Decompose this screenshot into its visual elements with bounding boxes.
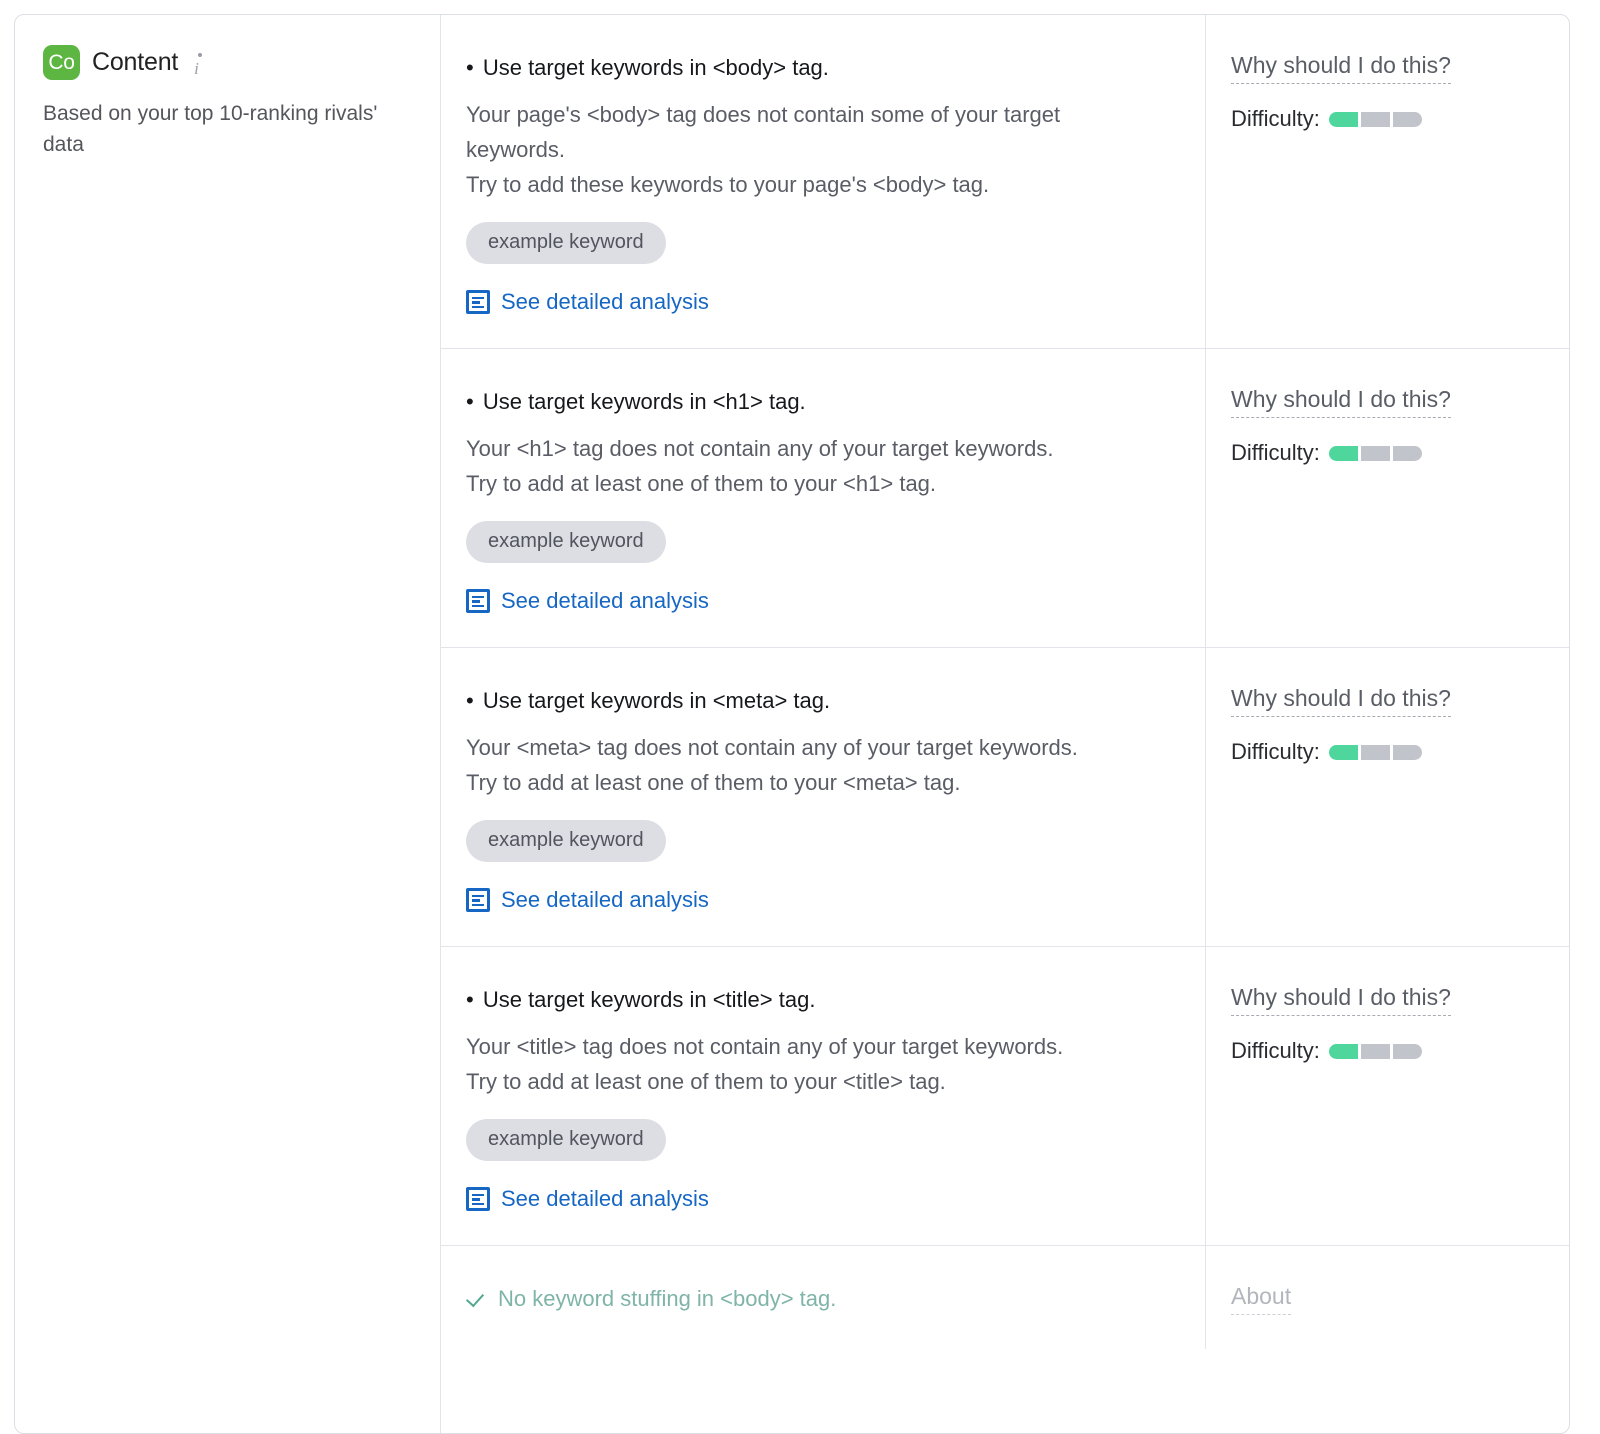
bullet-icon: •: [466, 688, 474, 713]
see-detailed-analysis-label: See detailed analysis: [501, 889, 709, 911]
issue-title-text: Use target keywords in <body> tag.: [483, 55, 829, 80]
table-row: • Use target keywords in <body> tag. You…: [441, 15, 1569, 349]
difficulty-segment: [1329, 112, 1358, 127]
difficulty-segment: [1361, 446, 1390, 461]
difficulty-segment: [1393, 1044, 1422, 1059]
difficulty-meter: [1329, 745, 1422, 760]
difficulty-segment: [1329, 745, 1358, 760]
difficulty-label: Difficulty:: [1231, 440, 1320, 466]
difficulty-meter: [1329, 1044, 1422, 1059]
issue-description-line1: Your page's <body> tag does not contain …: [466, 97, 1146, 167]
difficulty-indicator: Difficulty:: [1231, 1038, 1545, 1064]
issue-description-line2: Try to add at least one of them to your …: [466, 765, 1146, 800]
info-icon-dot: [198, 53, 202, 57]
issue-title: • Use target keywords in <title> tag.: [466, 985, 1175, 1015]
resolved-issue-title: No keyword stuffing in <body> tag.: [466, 1284, 1175, 1314]
issue-description-line1: Your <meta> tag does not contain any of …: [466, 730, 1146, 765]
difficulty-segment: [1393, 446, 1422, 461]
table-row: No keyword stuffing in <body> tag. About: [441, 1246, 1569, 1349]
difficulty-label: Difficulty:: [1231, 106, 1320, 132]
info-icon-stem: i: [194, 60, 199, 77]
keyword-pill[interactable]: example keyword: [466, 820, 666, 862]
issue-description-line1: Your <h1> tag does not contain any of yo…: [466, 431, 1146, 466]
issue-description-line1: Your <title> tag does not contain any of…: [466, 1029, 1146, 1064]
table-row: • Use target keywords in <meta> tag. You…: [441, 648, 1569, 947]
difficulty-meter: [1329, 112, 1422, 127]
issue-meta: Why should I do this? Difficulty:: [1206, 15, 1569, 348]
bullet-icon: •: [466, 389, 474, 414]
difficulty-indicator: Difficulty:: [1231, 440, 1545, 466]
issue-meta: Why should I do this? Difficulty:: [1206, 648, 1569, 946]
see-detailed-analysis-label: See detailed analysis: [501, 590, 709, 612]
page-title: Content: [92, 48, 178, 77]
difficulty-indicator: Difficulty:: [1231, 106, 1545, 132]
difficulty-label: Difficulty:: [1231, 1038, 1320, 1064]
issue-content: No keyword stuffing in <body> tag.: [441, 1246, 1206, 1349]
about-link[interactable]: About: [1231, 1284, 1291, 1315]
issue-description-line2: Try to add these keywords to your page's…: [466, 167, 1146, 202]
difficulty-segment: [1393, 745, 1422, 760]
issue-description-line2: Try to add at least one of them to your …: [466, 466, 1146, 501]
see-detailed-analysis-label: See detailed analysis: [501, 1188, 709, 1210]
issue-title-text: Use target keywords in <meta> tag.: [483, 688, 830, 713]
bullet-icon: •: [466, 987, 474, 1012]
info-icon[interactable]: i: [192, 53, 210, 75]
why-should-i-do-this-link[interactable]: Why should I do this?: [1231, 686, 1451, 717]
see-detailed-analysis-link[interactable]: See detailed analysis: [466, 290, 1175, 314]
issue-title: • Use target keywords in <body> tag.: [466, 53, 1175, 83]
table-row: • Use target keywords in <h1> tag. Your …: [441, 349, 1569, 648]
category-column: Co Content i Based on your top 10-rankin…: [15, 15, 441, 1433]
why-should-i-do-this-link[interactable]: Why should I do this?: [1231, 985, 1451, 1016]
issue-title-text: Use target keywords in <title> tag.: [483, 987, 816, 1012]
table-row: • Use target keywords in <title> tag. Yo…: [441, 947, 1569, 1246]
difficulty-segment: [1361, 1044, 1390, 1059]
difficulty-label: Difficulty:: [1231, 739, 1320, 765]
issues-list: • Use target keywords in <body> tag. You…: [441, 15, 1569, 1433]
why-should-i-do-this-link[interactable]: Why should I do this?: [1231, 53, 1451, 84]
difficulty-segment: [1393, 112, 1422, 127]
difficulty-meter: [1329, 446, 1422, 461]
category-header: Co Content i: [43, 45, 412, 80]
report-icon: [466, 888, 490, 912]
issue-description-line2: Try to add at least one of them to your …: [466, 1064, 1146, 1099]
why-should-i-do-this-link[interactable]: Why should I do this?: [1231, 387, 1451, 418]
issue-content: • Use target keywords in <body> tag. You…: [441, 15, 1206, 348]
difficulty-segment: [1329, 1044, 1358, 1059]
issue-meta: About: [1206, 1246, 1569, 1349]
difficulty-segment: [1361, 112, 1390, 127]
see-detailed-analysis-link[interactable]: See detailed analysis: [466, 888, 1175, 912]
see-detailed-analysis-label: See detailed analysis: [501, 291, 709, 313]
issue-title-text: Use target keywords in <h1> tag.: [483, 389, 806, 414]
difficulty-segment: [1361, 745, 1390, 760]
issue-title: • Use target keywords in <h1> tag.: [466, 387, 1175, 417]
report-icon: [466, 290, 490, 314]
keyword-pill[interactable]: example keyword: [466, 521, 666, 563]
difficulty-segment: [1329, 446, 1358, 461]
issue-content: • Use target keywords in <h1> tag. Your …: [441, 349, 1206, 647]
report-icon: [466, 1187, 490, 1211]
issue-title: • Use target keywords in <meta> tag.: [466, 686, 1175, 716]
keyword-pill[interactable]: example keyword: [466, 1119, 666, 1161]
category-badge: Co: [43, 45, 80, 80]
difficulty-indicator: Difficulty:: [1231, 739, 1545, 765]
issue-content: • Use target keywords in <title> tag. Yo…: [441, 947, 1206, 1245]
issue-meta: Why should I do this? Difficulty:: [1206, 947, 1569, 1245]
see-detailed-analysis-link[interactable]: See detailed analysis: [466, 589, 1175, 613]
bullet-icon: •: [466, 55, 474, 80]
report-icon: [466, 589, 490, 613]
content-audit-panel: Co Content i Based on your top 10-rankin…: [14, 14, 1570, 1434]
category-subtitle: Based on your top 10-ranking rivals' dat…: [43, 98, 393, 160]
resolved-issue-text: No keyword stuffing in <body> tag.: [498, 1284, 836, 1314]
check-icon: [466, 1289, 486, 1309]
issue-meta: Why should I do this? Difficulty:: [1206, 349, 1569, 647]
keyword-pill[interactable]: example keyword: [466, 222, 666, 264]
issue-content: • Use target keywords in <meta> tag. You…: [441, 648, 1206, 946]
see-detailed-analysis-link[interactable]: See detailed analysis: [466, 1187, 1175, 1211]
